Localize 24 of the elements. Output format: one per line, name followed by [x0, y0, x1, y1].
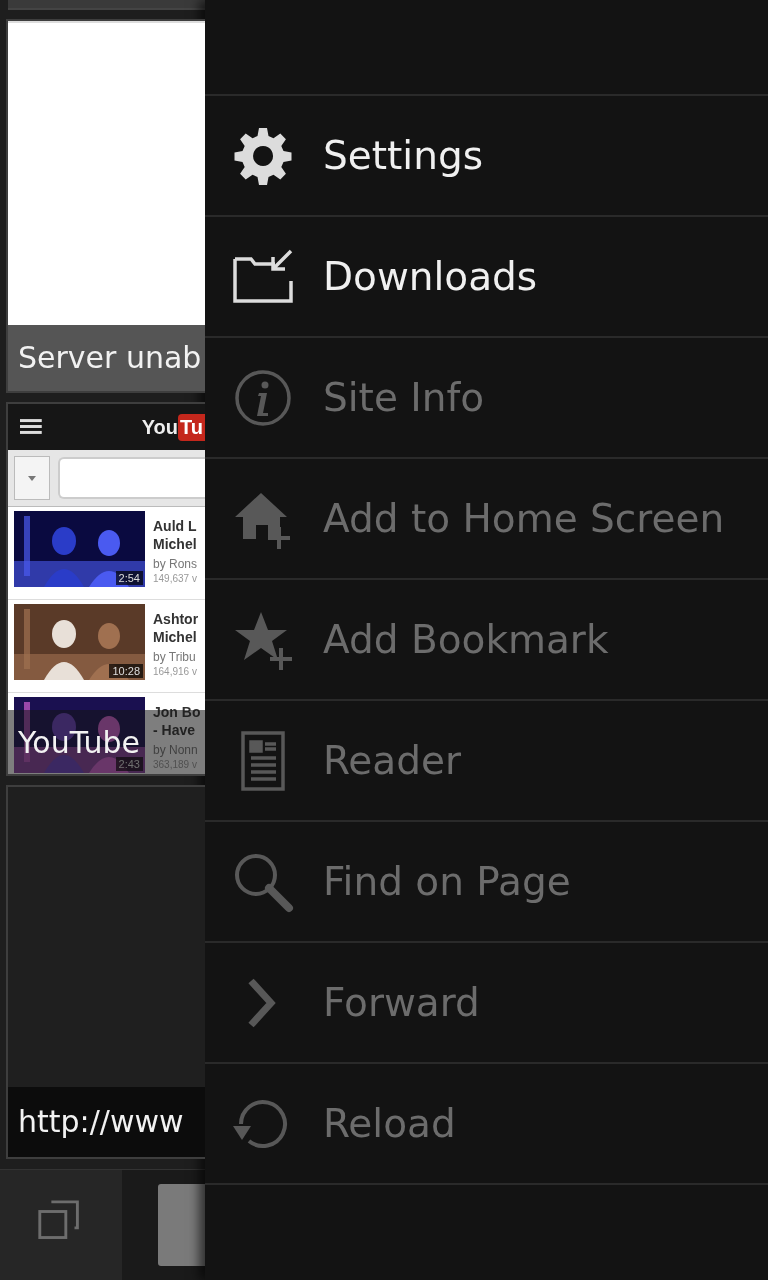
video-title: Michel — [153, 535, 198, 553]
video-duration: 10:28 — [109, 664, 143, 678]
video-duration: 2:43 — [115, 757, 143, 771]
video-author: by Nonn — [153, 742, 199, 759]
video-author: by Rons — [153, 556, 198, 573]
video-author: by Tribu — [153, 649, 197, 666]
site-logo-text: You — [141, 415, 179, 439]
video-title: Michel — [153, 628, 198, 646]
caret-icon — [28, 475, 36, 481]
video-title: Ashtor — [153, 610, 199, 628]
view-count: 149,637 v — [153, 573, 198, 585]
tab-title: Server unab — [8, 325, 205, 391]
tab-card[interactable]: http://www — [6, 785, 205, 1159]
video-title: - Have — [153, 721, 197, 739]
menu-icon — [20, 419, 42, 435]
view-count: 164,916 v — [153, 666, 198, 678]
tab-title: http://www — [8, 1087, 205, 1157]
site-logo-badge: Tu — [178, 413, 205, 441]
tabs-button[interactable] — [0, 1170, 122, 1280]
menu-item[interactable]: Settings — [205, 96, 768, 217]
menu-item[interactable]: Downloads — [205, 217, 768, 338]
tab-card[interactable]: Server unab — [6, 19, 205, 393]
video-title: Auld L — [153, 517, 198, 535]
video-duration: 2:54 — [115, 571, 143, 585]
